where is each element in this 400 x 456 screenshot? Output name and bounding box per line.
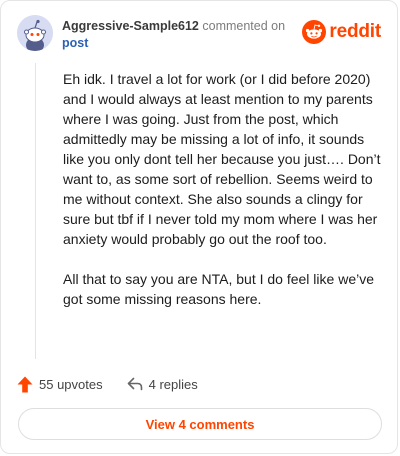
reply-arrow-icon <box>127 377 142 391</box>
reddit-logo[interactable]: reddit <box>302 20 381 44</box>
reddit-logo-icon <box>302 20 327 44</box>
reddit-wordmark: reddit <box>329 21 381 42</box>
comment-meta: Aggressive-Sample612 commented on post <box>62 18 285 51</box>
upvote-arrow-icon <box>17 376 33 392</box>
upvote-button[interactable]: 55 upvotes <box>17 376 103 393</box>
comment-card: Aggressive-Sample612 commented on post r… <box>0 0 398 454</box>
avatar[interactable] <box>17 15 53 51</box>
upvote-count: 55 upvotes <box>39 376 103 392</box>
commented-on-text: commented on <box>202 19 286 33</box>
reply-count: 4 replies <box>148 376 198 392</box>
post-link[interactable]: post <box>62 35 285 51</box>
snoo-avatar-icon <box>17 15 53 51</box>
replies-button[interactable]: 4 replies <box>127 377 198 392</box>
comment-header: Aggressive-Sample612 commented on post r… <box>17 15 383 55</box>
comment-paragraph: All that to say you are NTA, but I do fe… <box>63 271 375 307</box>
comment-body: Eh idk. I travel a lot for work (or I di… <box>63 69 385 329</box>
username[interactable]: Aggressive-Sample612 <box>62 19 199 33</box>
thread-line[interactable] <box>35 63 36 359</box>
comment-actions: 55 upvotes 4 replies <box>17 373 198 395</box>
view-comments-button[interactable]: View 4 comments <box>18 408 382 440</box>
comment-paragraph: Eh idk. I travel a lot for work (or I di… <box>63 71 381 247</box>
